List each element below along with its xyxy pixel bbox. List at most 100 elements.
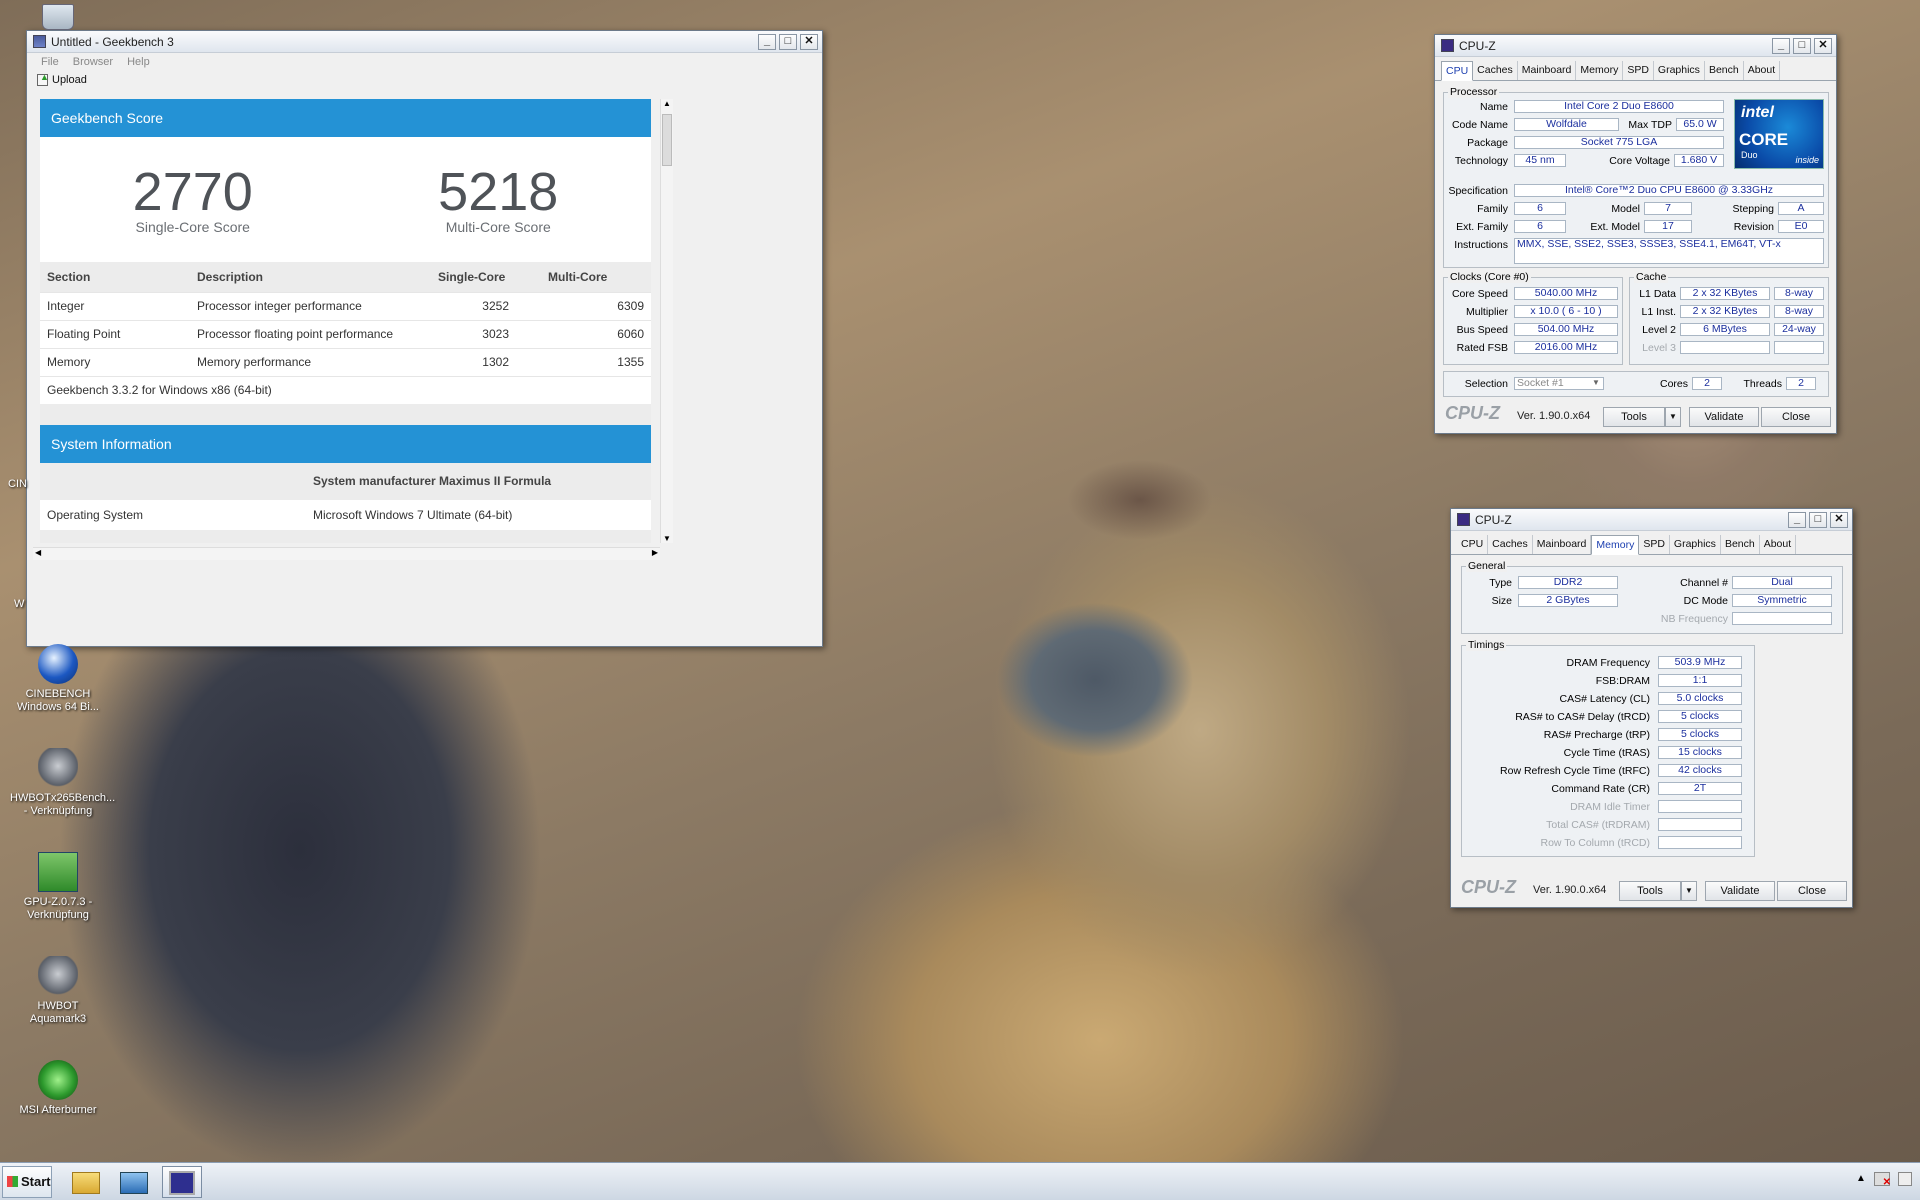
tab-graphics[interactable]: Graphics bbox=[1670, 535, 1721, 554]
tab-spd[interactable]: SPD bbox=[1639, 535, 1670, 554]
close-button[interactable]: ✕ bbox=[1830, 512, 1848, 528]
start-button[interactable]: Start bbox=[2, 1166, 52, 1198]
scroll-up-icon[interactable]: ▲ bbox=[663, 99, 671, 108]
row-description: Processor integer performance bbox=[190, 291, 431, 320]
tools-button[interactable]: Tools bbox=[1603, 407, 1665, 427]
tab-memory[interactable]: Memory bbox=[1576, 61, 1624, 80]
level3-ways bbox=[1774, 341, 1824, 354]
nb-frequency-label: NB Frequency bbox=[1660, 613, 1728, 625]
desktop-icon-msi-afterburner[interactable]: MSI Afterburner bbox=[10, 1060, 106, 1117]
multi-core-score: 5218 bbox=[438, 162, 559, 222]
multiplier-label: Multiplier bbox=[1465, 306, 1508, 318]
close-button[interactable]: Close bbox=[1761, 407, 1831, 427]
recycle-bin-icon[interactable] bbox=[42, 4, 74, 30]
scroll-right-icon[interactable]: ▶ bbox=[652, 548, 658, 557]
socket-select[interactable]: Socket #1 bbox=[1514, 377, 1604, 390]
level3-value bbox=[1680, 341, 1770, 354]
close-button[interactable]: Close bbox=[1777, 881, 1847, 901]
tab-spd[interactable]: SPD bbox=[1623, 61, 1654, 80]
tab-bench[interactable]: Bench bbox=[1705, 61, 1744, 80]
close-button[interactable]: ✕ bbox=[800, 34, 818, 50]
horizontal-scrollbar[interactable]: ◀ ▶ bbox=[33, 547, 660, 560]
tab-about[interactable]: About bbox=[1744, 61, 1781, 80]
tab-about[interactable]: About bbox=[1760, 535, 1797, 554]
taskbar-explorer[interactable] bbox=[66, 1166, 106, 1198]
tab-bench[interactable]: Bench bbox=[1721, 535, 1760, 554]
geekbench-app-icon bbox=[33, 35, 46, 48]
taskbar: Start ▲ ✕ bbox=[0, 1162, 1920, 1200]
validate-button[interactable]: Validate bbox=[1689, 407, 1759, 427]
tab-cpu[interactable]: CPU bbox=[1441, 61, 1474, 81]
tray-volume-icon[interactable] bbox=[1898, 1172, 1912, 1186]
upload-button[interactable]: ▲ Upload bbox=[27, 71, 822, 89]
tools-dropdown-icon[interactable]: ▼ bbox=[1665, 407, 1681, 427]
minimize-button[interactable]: _ bbox=[758, 34, 776, 50]
tab-mainboard[interactable]: Mainboard bbox=[1533, 535, 1592, 554]
folder-icon bbox=[72, 1172, 100, 1194]
level2-ways: 24-way bbox=[1774, 323, 1824, 336]
menu-browser[interactable]: Browser bbox=[73, 56, 113, 68]
level3-label: Level 3 bbox=[1642, 342, 1676, 354]
col-description: Description bbox=[190, 262, 431, 292]
row-single: 3023 bbox=[431, 319, 541, 348]
tdp-value: 65.0 W bbox=[1676, 118, 1724, 131]
col-multi-core: Multi-Core bbox=[541, 262, 651, 292]
taskbar-cpuz[interactable] bbox=[162, 1166, 202, 1198]
tray-expand-icon[interactable]: ▲ bbox=[1856, 1173, 1866, 1184]
row-single: 1302 bbox=[431, 347, 541, 376]
tab-mainboard[interactable]: Mainboard bbox=[1518, 61, 1577, 80]
menu-file[interactable]: File bbox=[41, 56, 59, 68]
maximize-button[interactable]: □ bbox=[779, 34, 797, 50]
taskbar-control-panel[interactable] bbox=[114, 1166, 154, 1198]
tray-network-icon[interactable]: ✕ bbox=[1874, 1172, 1891, 1188]
cpuz-titlebar[interactable]: CPU-Z _ □ ✕ bbox=[1451, 509, 1852, 531]
instructions-value: MMX, SSE, SSE2, SSE3, SSSE3, SSE4.1, EM6… bbox=[1514, 238, 1824, 264]
desktop-icon-hwbot-x265[interactable]: HWBOTx265Bench... - Verknüpfung bbox=[10, 748, 115, 818]
timing-label: Cycle Time (tRAS) bbox=[1563, 747, 1650, 759]
version-text: Geekbench 3.3.2 for Windows x86 (64-bit) bbox=[40, 375, 651, 404]
desktop-icon-aquamark[interactable]: HWBOT Aquamark3 bbox=[10, 956, 106, 1026]
desktop-icon-gpuz[interactable]: GPU-Z.0.7.3 - Verknüpfung bbox=[10, 852, 106, 922]
tools-button[interactable]: Tools bbox=[1619, 881, 1681, 901]
duo-logo-text: Duo bbox=[1741, 150, 1758, 160]
selection-row: Selection Socket #1 ▼ Cores 2 Threads 2 bbox=[1443, 371, 1829, 397]
tab-graphics[interactable]: Graphics bbox=[1654, 61, 1705, 80]
core-logo-text: CORE bbox=[1739, 130, 1789, 149]
maximize-button[interactable]: □ bbox=[1793, 38, 1811, 54]
single-core-score: 2770 bbox=[132, 162, 253, 222]
chevron-down-icon[interactable]: ▼ bbox=[1592, 378, 1600, 387]
l1-data-ways: 8-way bbox=[1774, 287, 1824, 300]
minimize-button[interactable]: _ bbox=[1788, 512, 1806, 528]
minimize-button[interactable]: _ bbox=[1772, 38, 1790, 54]
threads-label: Threads bbox=[1743, 378, 1782, 390]
maximize-button[interactable]: □ bbox=[1809, 512, 1827, 528]
geekbench-titlebar[interactable]: Untitled - Geekbench 3 _ □ ✕ bbox=[27, 31, 822, 53]
package-value: Socket 775 LGA bbox=[1514, 136, 1724, 149]
timing-value: 5.0 clocks bbox=[1658, 692, 1742, 705]
tools-dropdown-icon[interactable]: ▼ bbox=[1681, 881, 1697, 901]
type-label: Type bbox=[1489, 577, 1512, 589]
scroll-left-icon[interactable]: ◀ bbox=[35, 548, 41, 557]
tab-caches[interactable]: Caches bbox=[1488, 535, 1533, 554]
row-multi: 6309 bbox=[541, 291, 651, 320]
dc-mode-value: Symmetric bbox=[1732, 594, 1832, 607]
menu-help[interactable]: Help bbox=[127, 56, 150, 68]
cpuz-titlebar[interactable]: CPU-Z _ □ ✕ bbox=[1435, 35, 1836, 57]
vertical-scrollbar[interactable]: ▲ ▼ bbox=[660, 99, 673, 543]
tab-caches[interactable]: Caches bbox=[1473, 61, 1518, 80]
afterburner-icon bbox=[38, 1060, 78, 1100]
table-row: Floating Point Processor floating point … bbox=[40, 319, 651, 348]
timing-label: Row Refresh Cycle Time (tRFC) bbox=[1500, 765, 1650, 777]
scroll-thumb[interactable] bbox=[662, 114, 672, 166]
validate-button[interactable]: Validate bbox=[1705, 881, 1775, 901]
desktop-icon-cinebench[interactable]: CINEBENCH Windows 64 Bi... bbox=[10, 644, 106, 714]
cpuz-version: Ver. 1.90.0.x64 bbox=[1517, 410, 1591, 422]
tab-cpu[interactable]: CPU bbox=[1457, 535, 1489, 554]
core-speed-value: 5040.00 MHz bbox=[1514, 287, 1618, 300]
timing-value: 503.9 MHz bbox=[1658, 656, 1742, 669]
tab-memory[interactable]: Memory bbox=[1591, 535, 1640, 555]
bus-speed-label: Bus Speed bbox=[1456, 324, 1508, 336]
scroll-down-icon[interactable]: ▼ bbox=[663, 534, 671, 543]
close-button[interactable]: ✕ bbox=[1814, 38, 1832, 54]
l1-data-label: L1 Data bbox=[1639, 288, 1676, 300]
